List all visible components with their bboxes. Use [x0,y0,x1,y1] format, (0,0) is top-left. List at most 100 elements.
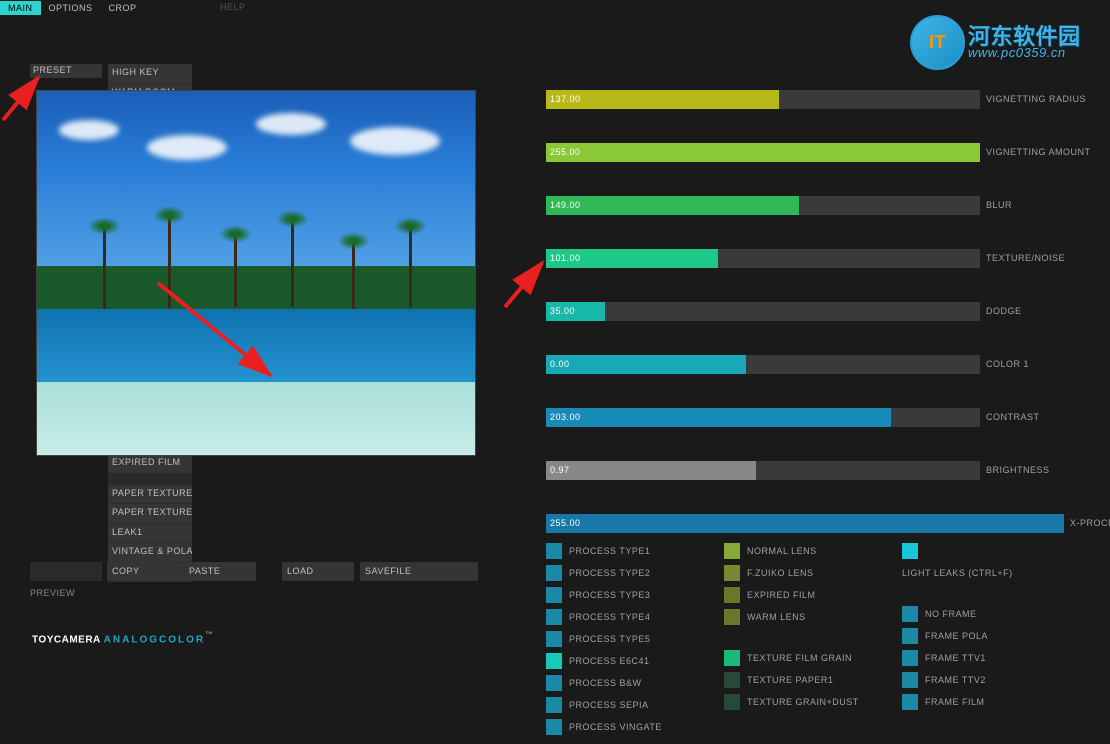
checkbox[interactable] [546,609,562,625]
check-label: WARM LENS [747,612,806,622]
slider-vignetting-radius[interactable]: 137.00VIGNETTING RADIUS [546,90,1086,109]
load-button[interactable]: LOAD [282,562,354,581]
check-label: FRAME FILM [925,697,985,707]
slider-fill [546,196,799,215]
paste-button[interactable]: PASTE [184,562,256,581]
check-label: FRAME POLA [925,631,988,641]
slider-label: COLOR 1 [986,359,1029,369]
menubar: MAIN OPTIONS CROP [0,0,145,16]
checkbox[interactable] [546,719,562,735]
slider-track[interactable] [546,302,980,321]
check-label: TEXTURE GRAIN+DUST [747,697,859,707]
check-label: PROCESS TYPE1 [569,546,650,556]
preset-item[interactable]: LEAK1 [108,524,192,543]
checkbox[interactable] [546,697,562,713]
checkbox[interactable] [724,672,740,688]
preview-label: PREVIEW [30,588,75,598]
checkbox[interactable] [724,694,740,710]
check-item[interactable]: TEXTURE GRAIN+DUST [724,691,859,712]
slider-value: 255.00 [550,518,581,528]
checkbox[interactable] [546,631,562,647]
checkbox[interactable] [902,628,918,644]
check-item[interactable]: LIGHT LEAKS (CTRL+F) [902,562,1013,583]
check-item[interactable]: TEXTURE FILM GRAIN [724,647,859,668]
check-item[interactable]: EXPIRED FILM [724,584,859,605]
checkbox[interactable] [724,543,740,559]
check-item[interactable]: TEXTURE PAPER1 [724,669,859,690]
slider-value: 149.00 [550,200,581,210]
check-label: PROCESS VINGATE [569,722,662,732]
slider-label: DODGE [986,306,1022,316]
slider-value: 203.00 [550,412,581,422]
check-item[interactable]: PROCESS VINGATE [546,716,662,737]
slider-brightness[interactable]: 0.97 BRIGHTNESS [546,461,1086,480]
check-item[interactable]: FRAME POLA [902,625,1013,646]
checkbox[interactable] [902,694,918,710]
check-item[interactable]: F.ZUIKO LENS [724,562,859,583]
check-label: TEXTURE FILM GRAIN [747,653,852,663]
check-item[interactable]: PROCESS TYPE1 [546,540,662,561]
slider-value: 35.00 [550,306,575,316]
checkbox[interactable] [724,650,740,666]
preset-item[interactable]: HIGH KEY [108,64,192,83]
checkbox[interactable] [724,565,740,581]
checkbox[interactable] [546,653,562,669]
slider-texture-noise[interactable]: 101.00TEXTURE/NOISE [546,249,1086,268]
checkbox[interactable] [902,606,918,622]
checkbox[interactable] [546,565,562,581]
preset-item[interactable]: EXPIRED FILM [108,454,192,473]
preset-item[interactable]: VINTAGE & POLA [108,543,192,562]
checkbox[interactable] [724,587,740,603]
slider-label: BRIGHTNESS [986,465,1050,475]
slider-fill [546,408,891,427]
check-item[interactable] [902,540,1013,561]
app-logo: TOYCAMERA ANALOGCOLOR™ [32,630,214,645]
blank-button[interactable] [30,562,102,581]
check-item[interactable]: FRAME FILM [902,691,1013,712]
checkbox[interactable] [724,609,740,625]
checkbox[interactable] [546,587,562,603]
check-item[interactable]: PROCESS TYPE4 [546,606,662,627]
check-item[interactable]: PROCESS SEPIA [546,694,662,715]
menu-options[interactable]: OPTIONS [41,1,101,15]
preset-item[interactable]: PAPER TEXTURE2 [108,504,192,523]
slider-value: 0.00 [550,359,570,369]
check-item[interactable]: PROCESS TYPE3 [546,584,662,605]
slider-x-process[interactable]: 255.00X-PROCESS [546,514,1086,533]
preset-button[interactable]: PRESET [30,64,102,78]
slider-value: 0.97 [550,465,570,475]
slider-fill [546,143,980,162]
checkbox[interactable] [902,650,918,666]
check-item[interactable]: NO FRAME [902,603,1013,624]
check-item[interactable]: NORMAL LENS [724,540,859,561]
slider-blur[interactable]: 149.00BLUR [546,196,1086,215]
preset-item[interactable]: PAPER TEXTURE [108,485,192,504]
menu-main[interactable]: MAIN [0,1,41,15]
menu-help[interactable]: HELP [220,2,246,12]
check-item[interactable]: FRAME TTV2 [902,669,1013,690]
check-item[interactable]: PROCESS TYPE2 [546,562,662,583]
slider-fill [546,514,1064,533]
check-item[interactable]: FRAME TTV1 [902,647,1013,668]
checkbox[interactable] [546,675,562,691]
slider-dodge[interactable]: 35.00 DODGE [546,302,1086,321]
slider-vignetting-amount[interactable]: 255.00VIGNETTING AMOUNT [546,143,1086,162]
check-item[interactable]: PROCESS TYPE5 [546,628,662,649]
slider-fill [546,461,756,480]
slider-value: 137.00 [550,94,581,104]
checkbox[interactable] [546,543,562,559]
slider-label: X-PROCESS [1070,518,1110,528]
watermark-logo-icon: IT [910,15,965,70]
checkbox[interactable] [902,543,918,559]
check-label: PROCESS SEPIA [569,700,649,710]
slider-label: CONTRAST [986,412,1040,422]
menu-crop[interactable]: CROP [101,1,145,15]
check-item[interactable]: WARM LENS [724,606,859,627]
savefile-button[interactable]: SAVEFILE [360,562,478,581]
check-item[interactable]: PROCESS E6C41 [546,650,662,671]
check-item[interactable]: PROCESS B&W [546,672,662,693]
checkbox[interactable] [902,672,918,688]
copy-button[interactable]: COPY [107,562,179,581]
slider-contrast[interactable]: 203.00 CONTRAST [546,408,1086,427]
slider-color-1[interactable]: 0.00 COLOR 1 [546,355,1086,374]
